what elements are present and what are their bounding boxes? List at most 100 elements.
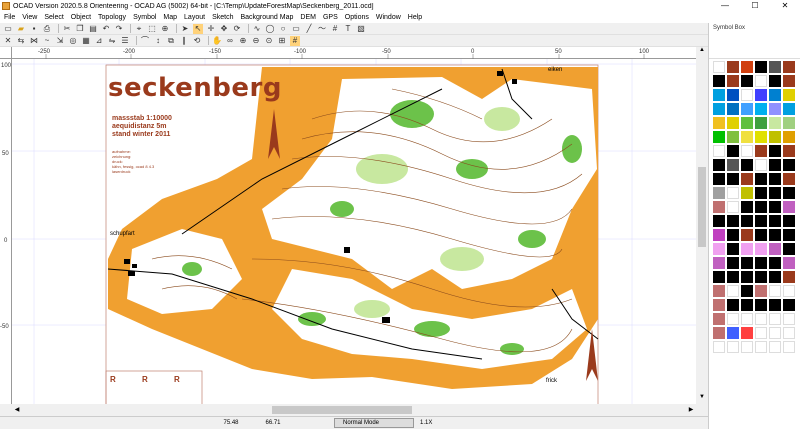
symbol-swatch[interactable]: [713, 271, 725, 283]
symbol-swatch[interactable]: [727, 215, 739, 227]
fill-icon[interactable]: ▧: [356, 24, 366, 34]
symbol-swatch[interactable]: [755, 215, 767, 227]
edit-point-icon[interactable]: ↖: [193, 23, 203, 34]
mode-selector[interactable]: Normal Mode: [334, 418, 414, 428]
symbol-swatch[interactable]: [727, 159, 739, 171]
symbol-swatch[interactable]: [741, 299, 753, 311]
symbol-swatch[interactable]: [713, 117, 725, 129]
pointer-icon[interactable]: ➤: [180, 24, 190, 34]
scroll-up-icon[interactable]: ▲: [696, 47, 708, 57]
symbol-swatch[interactable]: [741, 159, 753, 171]
menu-layout[interactable]: Layout: [184, 14, 205, 21]
symbol-swatch[interactable]: [727, 327, 739, 339]
symbol-swatch[interactable]: [783, 201, 795, 213]
zoom-in-icon[interactable]: ⊕: [238, 36, 248, 46]
menu-help[interactable]: Help: [408, 14, 422, 21]
rotate-icon[interactable]: ⟳: [232, 24, 242, 34]
symbol-swatch[interactable]: [727, 187, 739, 199]
symbol-swatch[interactable]: [769, 257, 781, 269]
symbol-swatch[interactable]: [727, 271, 739, 283]
minimize-button[interactable]: —: [710, 0, 740, 12]
symbol-swatch[interactable]: [783, 159, 795, 171]
undo-icon[interactable]: ↶: [101, 24, 111, 34]
symbol-swatch[interactable]: [713, 327, 725, 339]
straight-line-icon[interactable]: ╱: [304, 24, 314, 34]
menu-view[interactable]: View: [22, 14, 37, 21]
symbol-swatch[interactable]: [769, 285, 781, 297]
freehand-icon[interactable]: 〜: [317, 24, 327, 34]
scroll-right-icon[interactable]: ▶: [686, 404, 696, 416]
symbol-swatch[interactable]: [741, 229, 753, 241]
select-object-icon[interactable]: ⌖: [134, 24, 144, 34]
measure-icon[interactable]: ⊿: [94, 36, 104, 46]
save-icon[interactable]: ▪: [29, 24, 39, 34]
menu-gps[interactable]: GPS: [323, 14, 338, 21]
symbol-swatch[interactable]: [727, 131, 739, 143]
map-canvas[interactable]: seckenberg massstab 1:10000 aequidistanz…: [12, 59, 696, 404]
vertical-scroll-thumb[interactable]: [698, 167, 706, 247]
symbol-swatch[interactable]: [741, 117, 753, 129]
symbol-swatch[interactable]: [755, 341, 767, 353]
symbol-swatch[interactable]: [783, 187, 795, 199]
binoculars-icon[interactable]: ∞: [225, 36, 235, 46]
symbol-swatch[interactable]: [713, 89, 725, 101]
symbol-swatch[interactable]: [755, 173, 767, 185]
menu-sketch[interactable]: Sketch: [212, 14, 233, 21]
symbol-swatch[interactable]: [755, 257, 767, 269]
open-folder-icon[interactable]: ▰: [16, 24, 26, 34]
mirror-icon[interactable]: ⇋: [107, 36, 117, 46]
symbol-swatch[interactable]: [755, 229, 767, 241]
symbol-swatch[interactable]: [741, 327, 753, 339]
symbol-swatch[interactable]: [769, 117, 781, 129]
symbol-swatch[interactable]: [727, 75, 739, 87]
close-button[interactable]: ✕: [770, 0, 800, 12]
symbol-swatch[interactable]: [769, 201, 781, 213]
symbol-swatch[interactable]: [741, 313, 753, 325]
symbol-swatch[interactable]: [755, 103, 767, 115]
symbol-swatch[interactable]: [727, 117, 739, 129]
symbol-swatch[interactable]: [713, 173, 725, 185]
curve-mode-icon[interactable]: ∿: [252, 24, 262, 34]
zoom-fit-icon[interactable]: ⊙: [264, 36, 274, 46]
symbol-swatch[interactable]: [727, 61, 739, 73]
symbol-swatch[interactable]: [727, 229, 739, 241]
duplicate-icon[interactable]: ⧉: [166, 36, 176, 46]
rect-mode-icon[interactable]: ▭: [291, 24, 301, 34]
menu-file[interactable]: File: [4, 14, 15, 21]
symbol-swatch[interactable]: [741, 243, 753, 255]
cut-hole-icon[interactable]: ◎: [68, 36, 78, 46]
symbol-swatch[interactable]: [783, 299, 795, 311]
vertical-scrollbar[interactable]: ▲ ▼: [696, 47, 708, 404]
zoom-out-icon[interactable]: ⊖: [251, 36, 261, 46]
symbol-swatch[interactable]: [769, 243, 781, 255]
symbol-swatch[interactable]: [727, 103, 739, 115]
add-point-icon[interactable]: ✛: [206, 24, 216, 34]
menu-options[interactable]: Options: [345, 14, 369, 21]
symbol-swatch[interactable]: [727, 299, 739, 311]
symbol-swatch[interactable]: [741, 61, 753, 73]
symbol-swatch[interactable]: [713, 215, 725, 227]
symbol-swatch[interactable]: [713, 257, 725, 269]
paste-icon[interactable]: ▤: [88, 24, 98, 34]
symbol-swatch[interactable]: [755, 243, 767, 255]
entire-map-icon[interactable]: ⊞: [277, 36, 287, 46]
hand-icon[interactable]: ✋: [212, 36, 222, 46]
symbol-swatch[interactable]: [713, 159, 725, 171]
symbol-swatch[interactable]: [769, 89, 781, 101]
symbol-swatch[interactable]: [755, 271, 767, 283]
join-icon[interactable]: ⋈: [29, 36, 39, 46]
symbol-swatch[interactable]: [727, 313, 739, 325]
symbol-swatch[interactable]: [783, 173, 795, 185]
cut-line-icon[interactable]: ✕: [3, 36, 13, 46]
symbol-swatch[interactable]: [713, 131, 725, 143]
horizontal-scroll-thumb[interactable]: [272, 406, 412, 414]
symbol-swatch[interactable]: [713, 299, 725, 311]
symbol-swatch[interactable]: [727, 173, 739, 185]
menu-background-map[interactable]: Background Map: [240, 14, 293, 21]
circle-mode-icon[interactable]: ○: [278, 24, 288, 34]
symbol-swatch[interactable]: [713, 341, 725, 353]
zoom-icon[interactable]: ⊕: [160, 24, 170, 34]
symbol-swatch[interactable]: [741, 271, 753, 283]
symbol-swatch[interactable]: [741, 173, 753, 185]
copy-icon[interactable]: ❐: [75, 24, 85, 34]
